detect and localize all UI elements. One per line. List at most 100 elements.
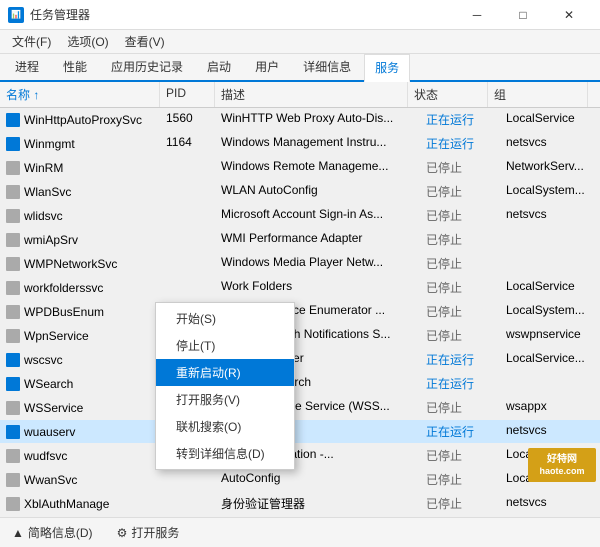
cell-name: WSearch <box>0 372 160 395</box>
context-menu-item[interactable]: 重新启动(R) <box>156 359 294 386</box>
tab-process[interactable]: 进程 <box>4 53 50 80</box>
table-row[interactable]: wlidsvc Microsoft Account Sign-in As... … <box>0 204 600 228</box>
table-row[interactable]: WSService Windows Store Service (WSS... … <box>0 396 600 420</box>
name-text: wuauserv <box>24 425 75 439</box>
th-scroll-spacer <box>588 82 600 107</box>
cell-pid <box>160 228 215 251</box>
context-menu-item[interactable]: 联机搜索(O) <box>156 413 294 440</box>
service-icon <box>6 401 20 415</box>
menu-file[interactable]: 文件(F) <box>4 31 59 52</box>
table-row[interactable]: WinRM Windows Remote Manageme... 已停止 Net… <box>0 156 600 180</box>
table-row[interactable]: wuauserv 1164 Windows... 正在运行 netsvcs <box>0 420 600 444</box>
cell-group: netsvcs <box>500 516 600 517</box>
table-row[interactable]: workfolderssvc Work Folders 已停止 LocalSer… <box>0 276 600 300</box>
maximize-button[interactable]: □ <box>500 0 546 30</box>
open-service-button[interactable]: ⚙ 打开服务 <box>113 522 184 543</box>
minimize-button[interactable]: ─ <box>454 0 500 30</box>
brief-info-label: 简略信息(D) <box>28 524 93 541</box>
name-text: WpnService <box>24 329 89 343</box>
app-icon: 📊 <box>8 7 24 23</box>
tab-services[interactable]: 服务 <box>364 54 410 82</box>
cell-desc: Microsoft Account Sign-in As... <box>215 204 420 227</box>
table-row[interactable]: wudfsvc Driver Foundation -... 已停止 Local… <box>0 444 600 468</box>
service-icon <box>6 233 20 247</box>
cell-group: LocalService <box>500 276 600 299</box>
cell-pid <box>160 468 215 491</box>
cell-name: WlanSvc <box>0 180 160 203</box>
close-button[interactable]: ✕ <box>546 0 592 30</box>
tab-performance[interactable]: 性能 <box>52 53 98 80</box>
name-text: WMPNetworkSvc <box>24 257 117 271</box>
cell-status: 正在运行 <box>420 348 500 371</box>
th-status[interactable]: 状态 <box>408 82 488 107</box>
menu-bar: 文件(F) 选项(O) 查看(V) <box>0 30 600 54</box>
context-menu-item[interactable]: 打开服务(V) <box>156 386 294 413</box>
cell-group: netsvcs <box>500 204 600 227</box>
main-content: 名称 ↑ PID 描述 状态 组 WinHttpAutoProxySvc 156… <box>0 82 600 517</box>
cell-status: 已停止 <box>420 492 500 515</box>
name-text: wudfsvc <box>24 449 67 463</box>
table-row[interactable]: wmiApSrv WMI Performance Adapter 已停止 <box>0 228 600 252</box>
open-service-label: 打开服务 <box>131 524 179 541</box>
table-row[interactable]: XblGameSave 游戏存储 已停止 netsvcs <box>0 516 600 517</box>
th-name[interactable]: 名称 ↑ <box>0 82 160 107</box>
cell-status: 已停止 <box>420 252 500 275</box>
context-menu-item[interactable]: 转到详细信息(D) <box>156 440 294 467</box>
title-bar-left: 📊 任务管理器 <box>8 6 90 23</box>
table-row[interactable]: WSearch 376 Windows Search 正在运行 <box>0 372 600 396</box>
tab-users[interactable]: 用户 <box>244 53 290 80</box>
th-pid[interactable]: PID <box>160 82 215 107</box>
table-body[interactable]: WinHttpAutoProxySvc 1560 WinHTTP Web Pro… <box>0 108 600 517</box>
cell-status: 正在运行 <box>420 108 500 131</box>
menu-options[interactable]: 选项(O) <box>59 31 116 52</box>
name-text: WSService <box>24 401 83 415</box>
table-row[interactable]: XblAuthManage 身份验证管理器 已停止 netsvcs <box>0 492 600 516</box>
table-row[interactable]: WwanSvc AutoConfig 已停止 LocalService <box>0 468 600 492</box>
cell-desc: 身份验证管理器 <box>215 492 420 515</box>
cell-status: 已停止 <box>420 444 500 467</box>
cell-name: WinRM <box>0 156 160 179</box>
table-row[interactable]: Winmgmt 1164 Windows Management Instru..… <box>0 132 600 156</box>
cell-pid <box>160 252 215 275</box>
service-icon <box>6 305 20 319</box>
brief-info-button[interactable]: ▲ 简略信息(D) <box>8 522 97 543</box>
th-group[interactable]: 组 <box>488 82 588 107</box>
cell-name: wudfsvc <box>0 444 160 467</box>
cell-pid: 1560 <box>160 108 215 131</box>
table-row[interactable]: WMPNetworkSvc Windows Media Player Netw.… <box>0 252 600 276</box>
cell-desc: 游戏存储 <box>215 516 420 517</box>
table-row[interactable]: WpnService Windows Push Notifications S.… <box>0 324 600 348</box>
chevron-up-icon: ▲ <box>12 526 24 540</box>
context-menu-item[interactable]: 开始(S) <box>156 305 294 332</box>
tab-startup[interactable]: 启动 <box>196 53 242 80</box>
table-header: 名称 ↑ PID 描述 状态 组 <box>0 82 600 108</box>
cell-pid <box>160 156 215 179</box>
title-controls: ─ □ ✕ <box>454 0 592 30</box>
table-row[interactable]: WinHttpAutoProxySvc 1560 WinHTTP Web Pro… <box>0 108 600 132</box>
gear-icon: ⚙ <box>117 526 128 540</box>
cell-status: 已停止 <box>420 324 500 347</box>
service-icon <box>6 209 20 223</box>
table-row[interactable]: WlanSvc WLAN AutoConfig 已停止 LocalSystem.… <box>0 180 600 204</box>
service-icon <box>6 113 20 127</box>
cell-name: WPDBusEnum <box>0 300 160 323</box>
tab-details[interactable]: 详细信息 <box>292 53 362 80</box>
cell-status: 已停止 <box>420 228 500 251</box>
cell-pid: 1164 <box>160 132 215 155</box>
name-text: workfolderssvc <box>24 281 103 295</box>
context-menu-item[interactable]: 停止(T) <box>156 332 294 359</box>
cell-desc: WinHTTP Web Proxy Auto-Dis... <box>215 108 420 131</box>
name-text: WlanSvc <box>24 185 71 199</box>
cell-desc: Windows Media Player Netw... <box>215 252 420 275</box>
cell-group <box>500 228 600 251</box>
tab-app-history[interactable]: 应用历史记录 <box>100 53 194 80</box>
cell-group: LocalSystem... <box>500 300 600 323</box>
th-desc[interactable]: 描述 <box>215 82 408 107</box>
table-row[interactable]: WPDBusEnum Portable Device Enumerator ..… <box>0 300 600 324</box>
table-row[interactable]: wscsvc 1216 Security Center 正在运行 LocalSe… <box>0 348 600 372</box>
name-text: wmiApSrv <box>24 233 78 247</box>
cell-name: wuauserv <box>0 420 160 443</box>
status-bar: ▲ 简略信息(D) ⚙ 打开服务 <box>0 517 600 547</box>
cell-pid <box>160 204 215 227</box>
menu-view[interactable]: 查看(V) <box>117 31 173 52</box>
